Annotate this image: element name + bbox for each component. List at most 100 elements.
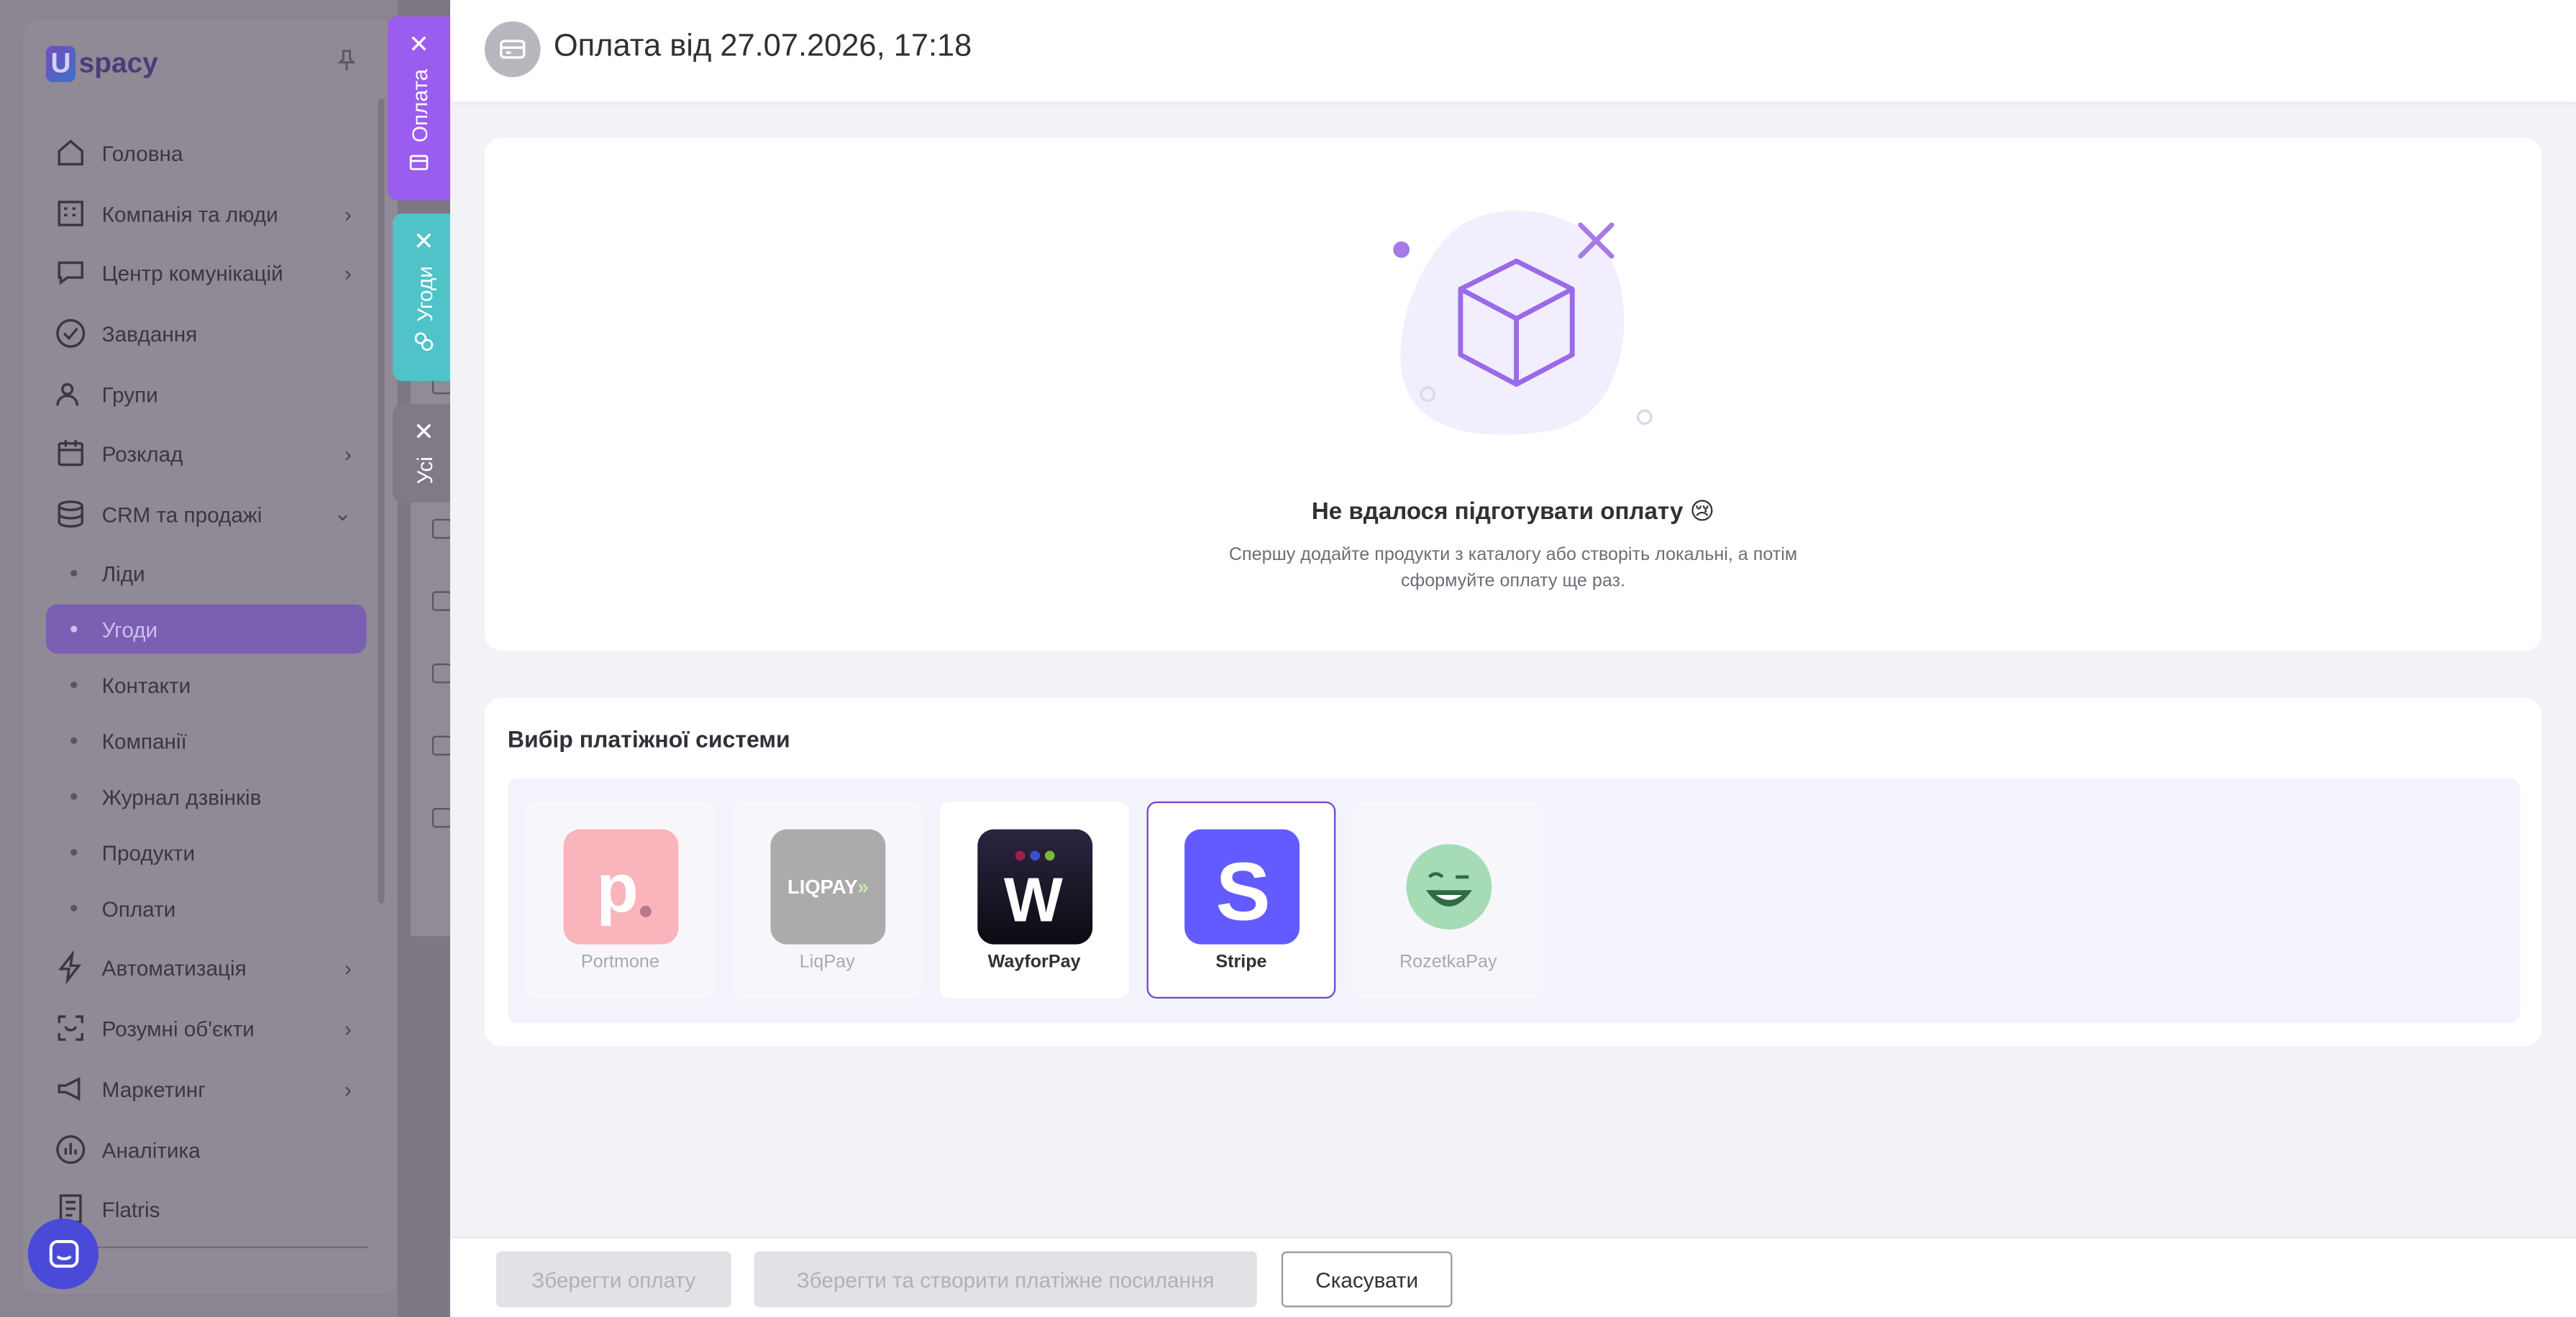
coins-icon [414,331,434,356]
payment-option-stripe[interactable]: S Stripe [1146,801,1336,999]
payment-option-label: Portmone [580,953,659,973]
card-icon [409,152,429,177]
checkbox [431,591,452,611]
payment-option-label: WayforPay [987,953,1081,973]
sidebar-item-schedule[interactable]: Розклад › [52,428,365,478]
empty-state-description: Спершу додайте продукти з каталогу або с… [1228,545,1798,592]
sidebar-item-crm[interactable]: CRM та продажі ⌄ [52,490,365,539]
scan-icon [52,1010,88,1046]
tab-deals-label: Угоди [411,266,437,322]
building-icon [52,196,88,231]
checkbox [431,663,452,684]
payment-option-liqpay[interactable]: LIQPAY» LiqPay [732,801,922,999]
chevron-right-icon: › [344,441,352,466]
payment-system-title: Вибір платіжної системи [507,725,790,753]
close-icon[interactable]: ✕ [414,417,434,447]
sidebar-subitem-companies[interactable]: Компанії [46,716,366,766]
sidebar-subitem-contacts[interactable]: Контакти [46,660,366,710]
checkbox [431,518,452,539]
page-title: Оплата від 27.07.2026, 17:18 [553,29,972,65]
empty-state-card: Не вдалося підготувати оплату 😢 Спершу д… [484,137,2542,651]
chevron-down-icon: ⌄ [333,500,352,526]
sidebar-item-analytics[interactable]: Аналітика [52,1125,365,1175]
panel-header: Оплата від 27.07.2026, 17:18 [449,0,2576,102]
sidebar-item-automation[interactable]: Автоматизація › [52,942,365,992]
checkbox [431,735,452,756]
close-icon[interactable]: ✕ [414,226,434,257]
tab-all[interactable]: ✕ Усі [392,403,455,503]
sidebar-item-label: Розклад [101,441,183,466]
chat-icon [52,254,88,290]
sidebar-item-label: Аналітика [101,1137,201,1162]
lightning-icon [52,949,88,985]
chevron-right-icon: › [344,260,352,285]
sidebar: U spacy Головна Компанія та люди › Центр… [0,0,398,1317]
calendar-icon [52,435,88,471]
divider [65,1246,368,1249]
chat-bubble-icon [48,1239,78,1267]
sidebar-item-label: Завдання [101,321,198,346]
svg-text:p: p [596,850,639,927]
payment-option-rozetkapay[interactable]: RozetkaPay [1353,801,1543,999]
sidebar-item-tasks[interactable]: Завдання [52,308,365,358]
sidebar-item-label: CRM та продажі [101,501,262,527]
rozetkapay-logo-icon [1392,830,1507,945]
footer-actions: Зберегти оплату Зберегти та створити пла… [449,1236,2576,1317]
sidebar-item-label: Компанія та люди [101,201,278,226]
cancel-button[interactable]: Скасувати [1281,1251,1453,1308]
sidebar-subitem-call-log[interactable]: Журнал дзвінків [46,772,366,822]
sidebar-subitem-payments[interactable]: Оплати [46,884,366,933]
payment-system-list: p Portmone LIQPAY» LiqPay W WayforPay S … [507,778,2521,1024]
sidebar-subitem-products[interactable]: Продукти [46,827,366,877]
portmone-logo-icon: p [563,829,679,945]
sidebar-item-groups[interactable]: Групи [52,370,365,419]
database-icon [52,496,88,532]
svg-text:W: W [1004,866,1063,933]
sidebar-item-label: Маркетинг [101,1076,206,1101]
save-payment-button[interactable]: Зберегти оплату [495,1251,731,1308]
logo-text: spacy [78,47,158,79]
tab-payment[interactable]: ✕ Оплата [388,16,450,201]
chevron-right-icon: › [344,1015,352,1041]
chevron-right-icon: › [344,955,352,980]
payment-system-card: Вибір платіжної системи p Portmone LIQPA… [484,697,2542,1047]
tab-payment-label: Оплата [406,68,431,143]
sidebar-item-flatris[interactable]: Flatris [52,1184,365,1234]
payment-option-label: LiqPay [799,953,855,973]
sidebar-subitem-deals[interactable]: Угоди [45,604,367,654]
payment-card-icon [484,21,541,78]
close-icon[interactable]: ✕ [408,29,429,59]
chevron-right-icon: › [344,1076,352,1101]
pin-icon[interactable] [337,50,356,78]
empty-box-illustration [1393,210,1653,435]
payment-option-portmone[interactable]: p Portmone [526,801,715,999]
sidebar-item-label: Центр комунікацій [101,260,283,285]
payment-option-wayforpay[interactable]: W WayforPay [939,801,1129,999]
sidebar-item-marketing[interactable]: Маркетинг › [52,1064,365,1114]
wayforpay-logo-icon: W [977,829,1093,945]
liqpay-logo-icon: LIQPAY» [770,829,886,945]
home-icon [52,134,88,170]
checkbox [431,807,452,828]
tab-all-label: Усі [411,456,437,485]
chart-icon [52,1132,88,1167]
sidebar-item-label: Групи [101,382,158,407]
sidebar-item-company[interactable]: Компанія та люди › [52,189,365,239]
sidebar-subitem-leads[interactable]: Ліди [46,549,366,598]
chevron-right-icon: › [344,201,352,226]
tab-deals[interactable]: ✕ Угоди [392,213,455,382]
megaphone-icon [52,1070,88,1106]
save-and-create-link-button[interactable]: Зберегти та створити платіжне посилання [754,1251,1257,1308]
stripe-logo-icon: S [1184,829,1300,945]
logo[interactable]: U spacy [45,45,158,83]
logo-mark-icon: U [45,45,76,83]
payment-option-label: RozetkaPay [1399,953,1497,973]
support-chat-button[interactable] [27,1219,99,1290]
sidebar-item-smart-objects[interactable]: Розумні об'єкти › [52,1004,365,1053]
check-circle-icon [52,316,88,352]
empty-state-title: Не вдалося підготувати оплату 😢 [1311,499,1715,526]
sidebar-item-label: Автоматизація [101,955,247,980]
sidebar-item-communications[interactable]: Центр комунікацій › [52,248,365,298]
sidebar-item-home[interactable]: Головна [52,128,365,178]
sidebar-scrollbar[interactable] [378,98,385,904]
